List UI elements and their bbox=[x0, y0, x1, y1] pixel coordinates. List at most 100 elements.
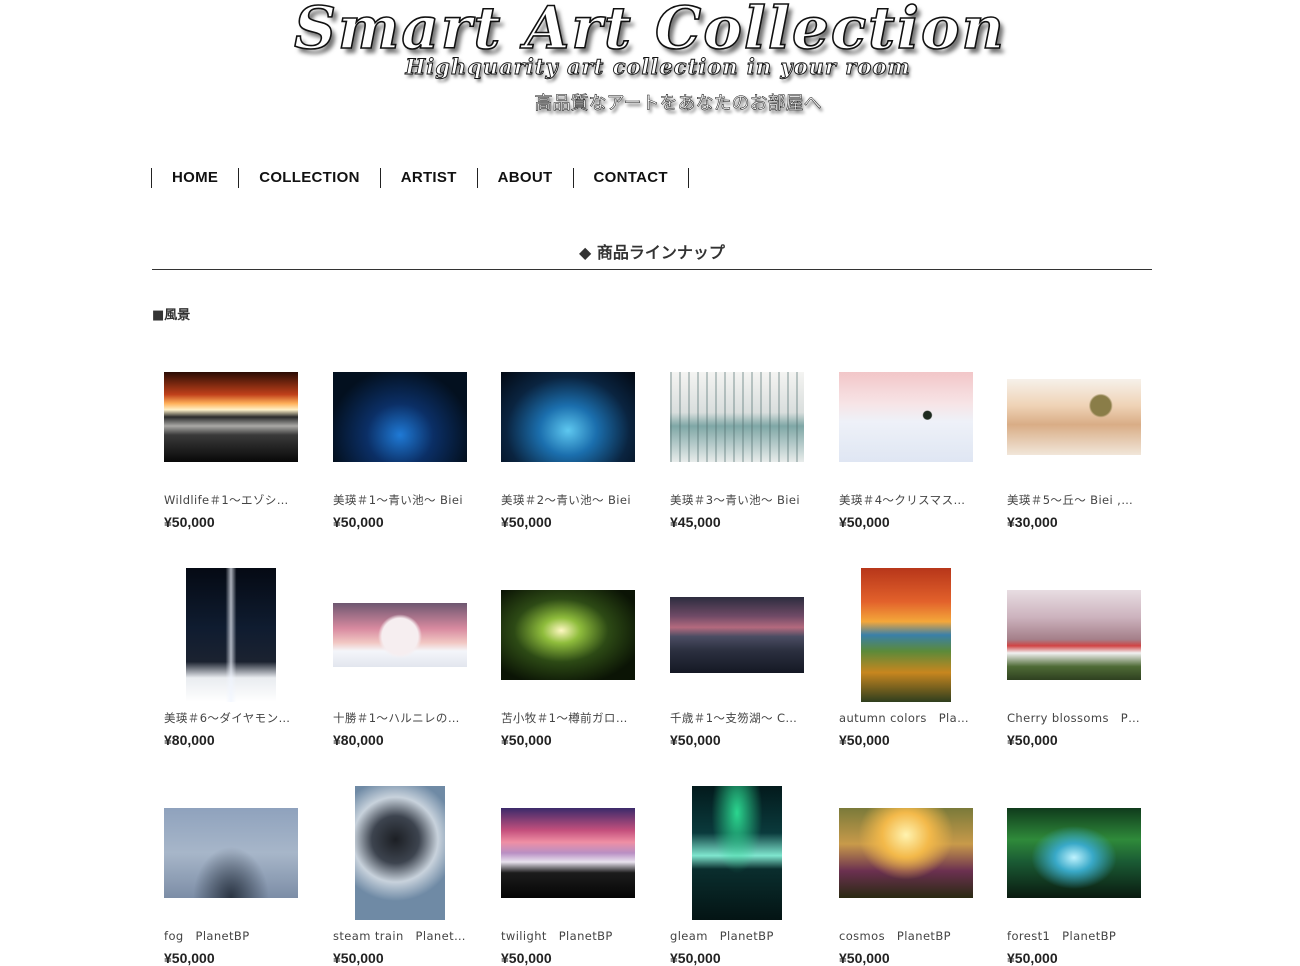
product-thumbnail[interactable] bbox=[670, 786, 804, 920]
product-price: ¥50,000 bbox=[670, 950, 721, 966]
section-title: ◆ 商品ラインナップ bbox=[152, 239, 1152, 270]
product-thumbnail[interactable] bbox=[839, 568, 973, 702]
product-title[interactable]: 美瑛＃6〜ダイヤモンドダスト〜 bbox=[164, 710, 298, 726]
product-price: ¥80,000 bbox=[333, 732, 384, 748]
product-image[interactable] bbox=[164, 808, 298, 898]
product-thumbnail[interactable] bbox=[501, 568, 635, 702]
product-title[interactable]: Cherry blossoms PlanetBP bbox=[1007, 710, 1141, 726]
product-thumbnail[interactable] bbox=[1007, 568, 1141, 702]
logo-subtitle: Highquarity art collection in your room bbox=[405, 54, 911, 80]
product-price: ¥50,000 bbox=[839, 950, 890, 966]
product-card[interactable]: 千歳＃1〜支笏湖〜 Chitose ¥50,000 bbox=[670, 568, 804, 748]
product-image[interactable] bbox=[839, 372, 973, 462]
nav-contact[interactable]: CONTACT bbox=[574, 168, 689, 188]
product-title[interactable]: 美瑛＃1〜青い池〜 Biei bbox=[333, 492, 467, 508]
product-price: ¥50,000 bbox=[839, 514, 890, 530]
product-card[interactable]: 苫小牧＃1〜樽前ガロー〜 ¥50,000 bbox=[501, 568, 635, 748]
product-image[interactable] bbox=[355, 786, 445, 920]
product-title[interactable]: cosmos PlanetBP bbox=[839, 928, 973, 944]
product-price: ¥50,000 bbox=[333, 950, 384, 966]
product-card[interactable]: 美瑛＃3〜青い池〜 Biei ¥45,000 bbox=[670, 350, 804, 530]
product-price: ¥50,000 bbox=[501, 514, 552, 530]
product-image[interactable] bbox=[1007, 379, 1141, 455]
product-card[interactable]: 美瑛＃5〜丘〜 Biei ,Hokkaido ¥30,000 bbox=[1007, 350, 1141, 530]
product-price: ¥50,000 bbox=[1007, 950, 1058, 966]
product-title[interactable]: forest1 PlanetBP bbox=[1007, 928, 1141, 944]
product-thumbnail[interactable] bbox=[164, 786, 298, 920]
product-price: ¥50,000 bbox=[164, 514, 215, 530]
main-nav: HOME COLLECTION ARTIST ABOUT CONTACT bbox=[151, 168, 689, 188]
nav-about[interactable]: ABOUT bbox=[478, 168, 574, 188]
product-title[interactable]: 十勝＃1〜ハルニレの木〜 bbox=[333, 710, 467, 726]
product-card[interactable]: 美瑛＃1〜青い池〜 Biei ¥50,000 bbox=[333, 350, 467, 530]
product-price: ¥50,000 bbox=[839, 732, 890, 748]
nav-collection[interactable]: COLLECTION bbox=[239, 168, 381, 188]
product-image[interactable] bbox=[839, 808, 973, 898]
product-price: ¥45,000 bbox=[670, 514, 721, 530]
product-title[interactable]: 美瑛＃5〜丘〜 Biei ,Hokkaido bbox=[1007, 492, 1141, 508]
product-image[interactable] bbox=[861, 568, 951, 702]
product-card[interactable]: autumn colors PlanetBP ¥50,000 bbox=[839, 568, 973, 748]
product-image[interactable] bbox=[1007, 808, 1141, 898]
product-image[interactable] bbox=[501, 808, 635, 898]
product-card[interactable]: twilight PlanetBP ¥50,000 bbox=[501, 786, 635, 966]
product-card[interactable]: steam train PlanetBP ¥50,000 bbox=[333, 786, 467, 966]
product-image[interactable] bbox=[670, 597, 804, 673]
product-image[interactable] bbox=[501, 372, 635, 462]
nav-artist[interactable]: ARTIST bbox=[381, 168, 478, 188]
product-thumbnail[interactable] bbox=[333, 350, 467, 484]
product-price: ¥50,000 bbox=[670, 732, 721, 748]
product-price: ¥50,000 bbox=[333, 514, 384, 530]
product-thumbnail[interactable] bbox=[501, 786, 635, 920]
product-card[interactable]: Cherry blossoms PlanetBP ¥50,000 bbox=[1007, 568, 1141, 748]
product-title[interactable]: Wildlife＃1〜エゾシカ〜 bbox=[164, 492, 298, 508]
product-thumbnail[interactable] bbox=[1007, 786, 1141, 920]
product-card[interactable]: forest1 PlanetBP ¥50,000 bbox=[1007, 786, 1141, 966]
product-image[interactable] bbox=[333, 603, 467, 667]
product-price: ¥50,000 bbox=[1007, 732, 1058, 748]
product-title[interactable]: gleam PlanetBP bbox=[670, 928, 804, 944]
product-card[interactable]: Wildlife＃1〜エゾシカ〜 ¥50,000 bbox=[164, 350, 298, 530]
logo-tagline: 高品質なアートをあなたのお部屋へ bbox=[534, 93, 822, 115]
product-image[interactable] bbox=[1007, 590, 1141, 680]
product-card[interactable]: 美瑛＃6〜ダイヤモンドダスト〜 ¥80,000 bbox=[164, 568, 298, 748]
product-card[interactable]: fog PlanetBP ¥50,000 bbox=[164, 786, 298, 966]
product-thumbnail[interactable] bbox=[839, 350, 973, 484]
product-title[interactable]: steam train PlanetBP bbox=[333, 928, 467, 944]
product-thumbnail[interactable] bbox=[164, 350, 298, 484]
product-price: ¥30,000 bbox=[1007, 514, 1058, 530]
product-image[interactable] bbox=[333, 372, 467, 462]
product-image[interactable] bbox=[186, 568, 276, 702]
product-image[interactable] bbox=[692, 786, 782, 920]
product-card[interactable]: 美瑛＃4〜クリスマスツリー〜 ¥50,000 bbox=[839, 350, 973, 530]
product-image[interactable] bbox=[164, 372, 298, 462]
product-thumbnail[interactable] bbox=[670, 350, 804, 484]
product-thumbnail[interactable] bbox=[670, 568, 804, 702]
product-title[interactable]: autumn colors PlanetBP bbox=[839, 710, 973, 726]
product-card[interactable]: 美瑛＃2〜青い池〜 Biei ¥50,000 bbox=[501, 350, 635, 530]
product-image[interactable] bbox=[501, 590, 635, 680]
site-logo[interactable]: Smart Art Collection Highquarity art col… bbox=[0, 0, 1300, 125]
product-title[interactable]: 千歳＃1〜支笏湖〜 Chitose bbox=[670, 710, 804, 726]
product-card[interactable]: gleam PlanetBP ¥50,000 bbox=[670, 786, 804, 966]
product-title[interactable]: 美瑛＃3〜青い池〜 Biei bbox=[670, 492, 804, 508]
logo-title: Smart Art Collection bbox=[293, 0, 1006, 63]
product-thumbnail[interactable] bbox=[333, 786, 467, 920]
product-thumbnail[interactable] bbox=[164, 568, 298, 702]
nav-home[interactable]: HOME bbox=[152, 168, 240, 188]
product-title[interactable]: twilight PlanetBP bbox=[501, 928, 635, 944]
product-title[interactable]: fog PlanetBP bbox=[164, 928, 298, 944]
product-title[interactable]: 美瑛＃4〜クリスマスツリー〜 bbox=[839, 492, 973, 508]
product-price: ¥80,000 bbox=[164, 732, 215, 748]
product-thumbnail[interactable] bbox=[839, 786, 973, 920]
product-card[interactable]: 十勝＃1〜ハルニレの木〜 ¥80,000 bbox=[333, 568, 467, 748]
product-image[interactable] bbox=[670, 372, 804, 462]
product-price: ¥50,000 bbox=[501, 732, 552, 748]
product-thumbnail[interactable] bbox=[501, 350, 635, 484]
category-label: ■風景 bbox=[152, 308, 191, 323]
product-card[interactable]: cosmos PlanetBP ¥50,000 bbox=[839, 786, 973, 966]
product-thumbnail[interactable] bbox=[333, 568, 467, 702]
product-title[interactable]: 美瑛＃2〜青い池〜 Biei bbox=[501, 492, 635, 508]
product-title[interactable]: 苫小牧＃1〜樽前ガロー〜 bbox=[501, 710, 635, 726]
product-thumbnail[interactable] bbox=[1007, 350, 1141, 484]
